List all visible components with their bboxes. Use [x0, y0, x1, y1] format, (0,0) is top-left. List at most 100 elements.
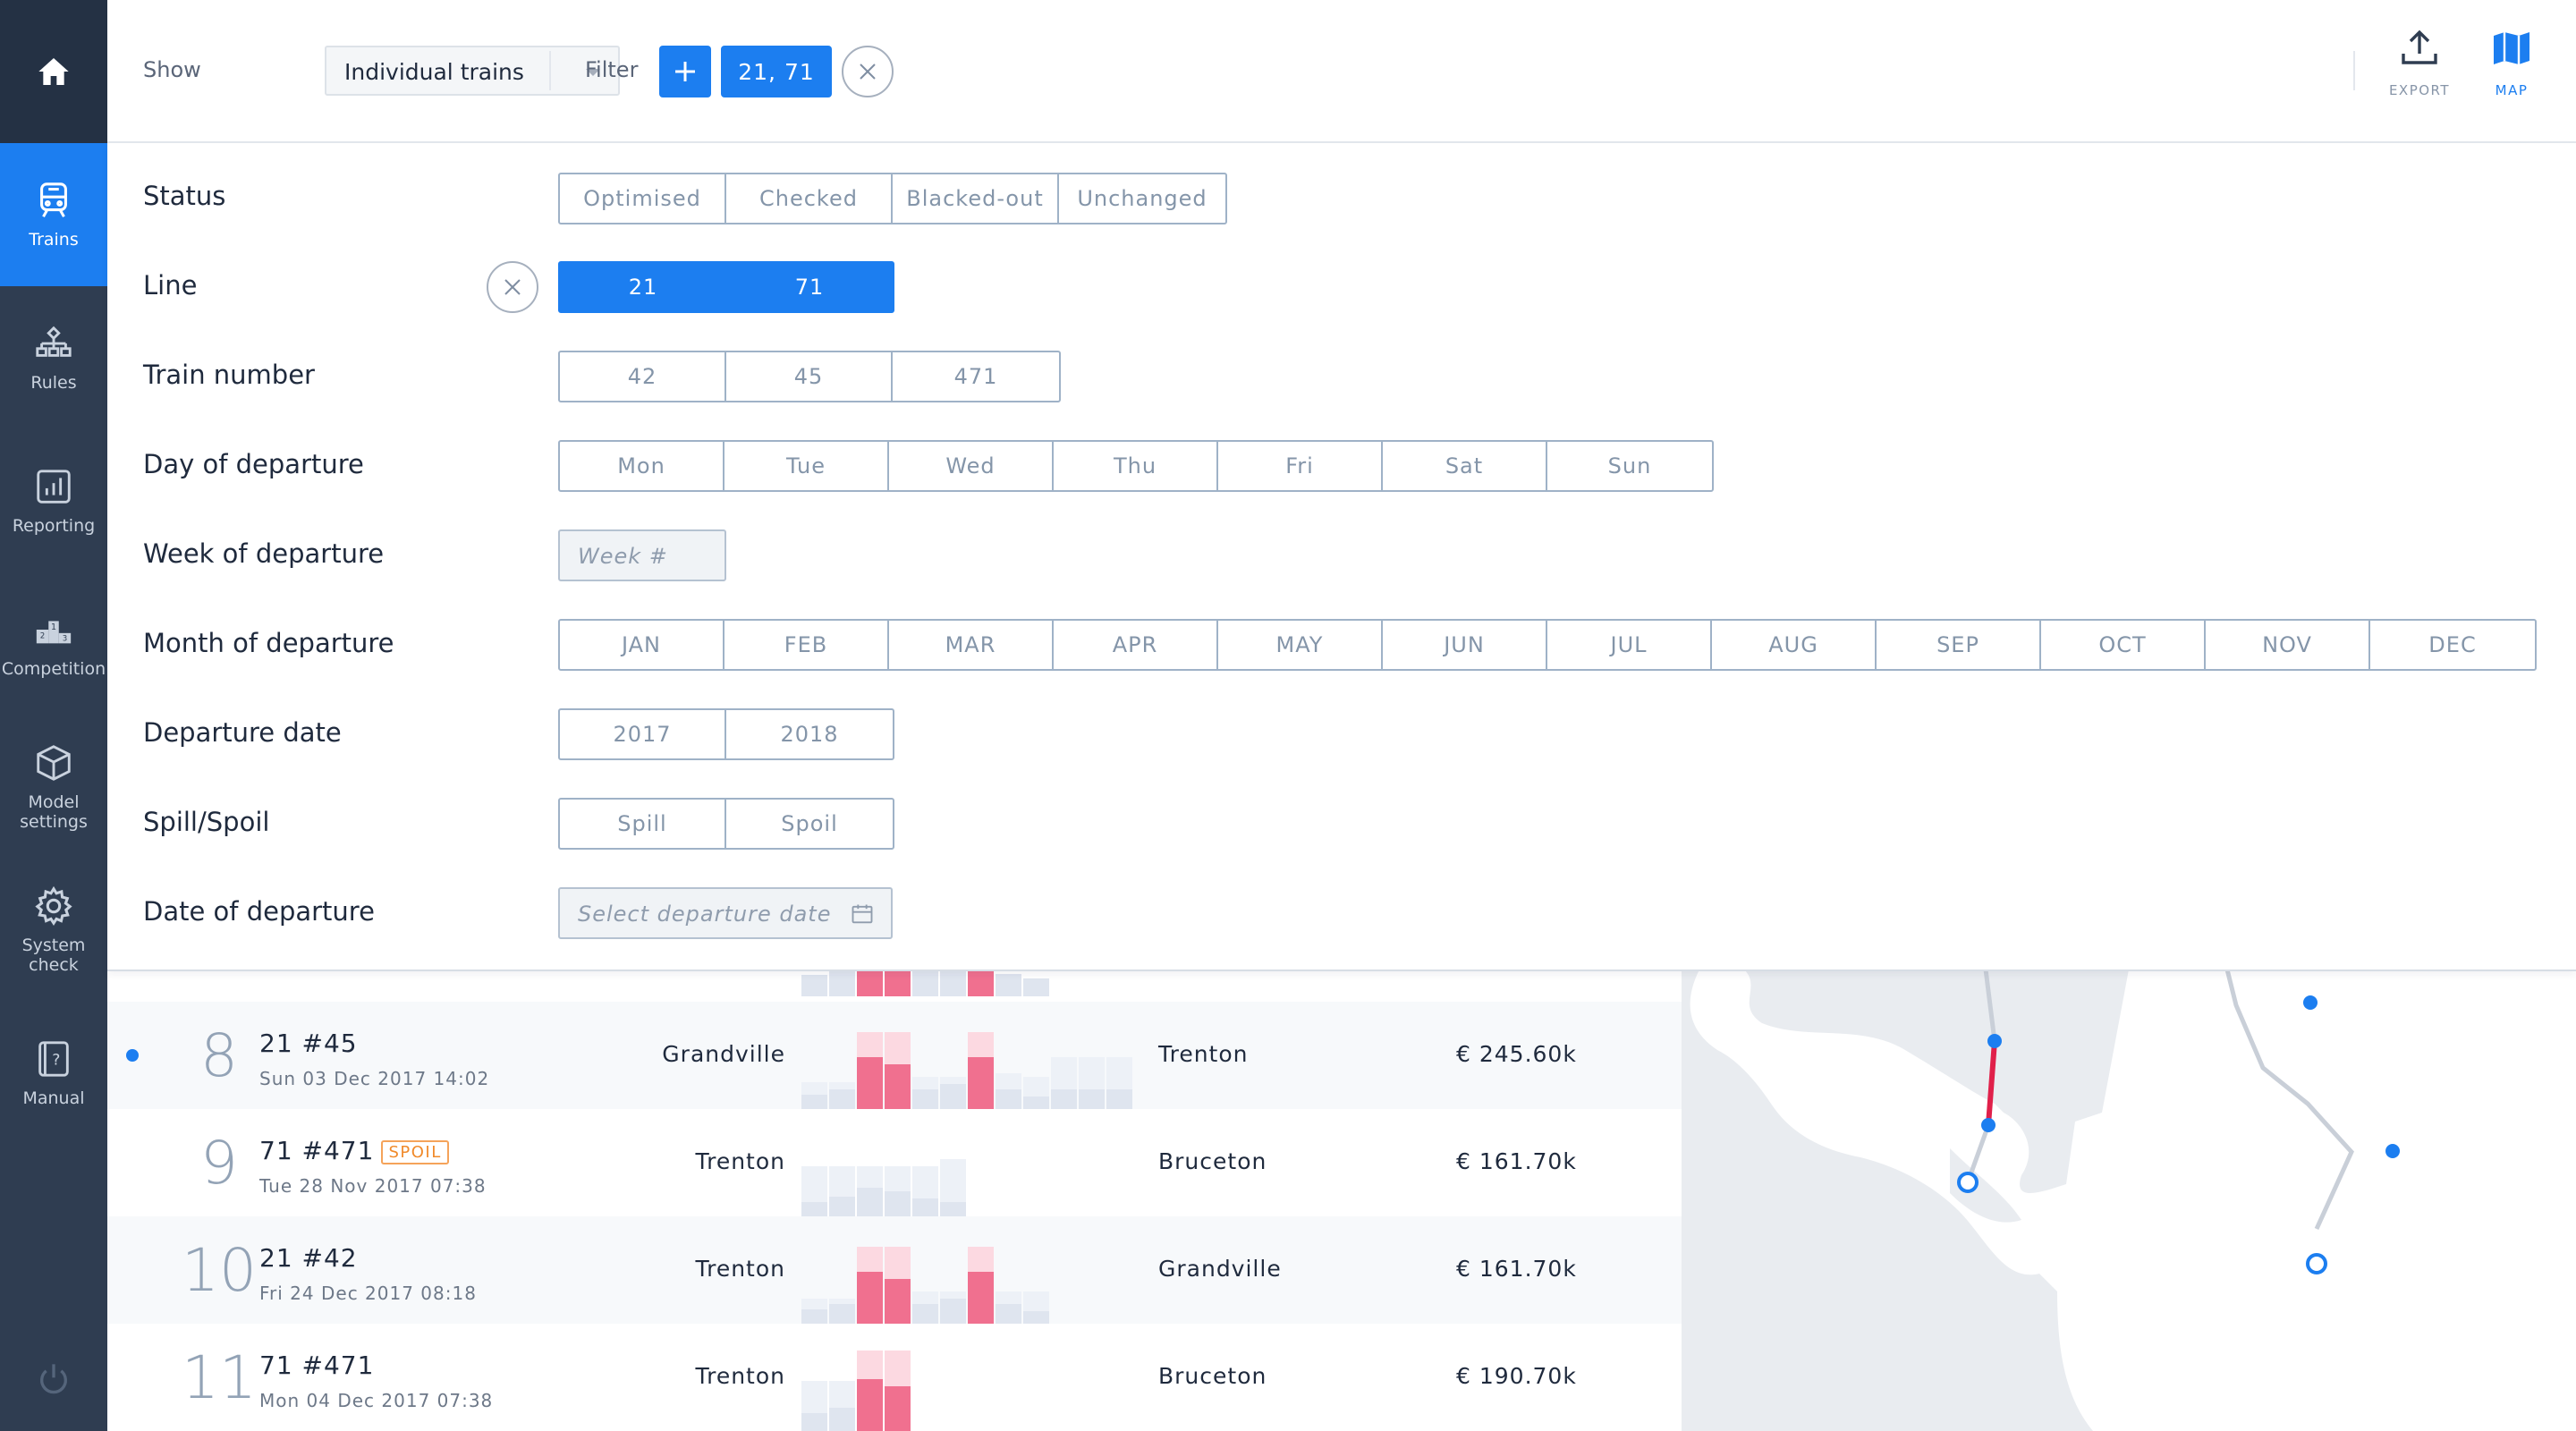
show-label: Show [143, 57, 201, 82]
divider [2353, 51, 2355, 90]
train-revenue: € 245.60k [1456, 1041, 1577, 1067]
line-option[interactable]: 71 [726, 263, 893, 311]
month-filter-label: Month of departure [143, 628, 394, 658]
day-option[interactable]: Tue [724, 442, 889, 490]
export-button[interactable]: EXPORT [2384, 27, 2455, 98]
terminal-marker[interactable] [1957, 1172, 1979, 1193]
month-option[interactable]: SEP [1877, 621, 2041, 669]
terminal-marker[interactable] [2306, 1253, 2327, 1274]
active-filter-chip[interactable]: 21, 71 [721, 46, 832, 97]
show-select[interactable]: Individual trains [325, 46, 620, 96]
station-marker[interactable] [2303, 995, 2318, 1010]
month-option[interactable]: JAN [560, 621, 724, 669]
load-bar [857, 1272, 883, 1324]
year-option[interactable]: 2018 [726, 710, 893, 758]
week-input-placeholder: Week # [578, 544, 668, 569]
sidebar-item-manual[interactable]: ? Manual [0, 1002, 107, 1145]
day-option[interactable]: Mon [560, 442, 724, 490]
load-bar [857, 1379, 883, 1431]
spill-filter-label: Spill/Spoil [143, 807, 270, 837]
month-option[interactable]: DEC [2370, 621, 2535, 669]
sidebar-item-system-check[interactable]: System check [0, 859, 107, 1002]
load-bar [1106, 1089, 1132, 1109]
train-date: Tue 28 Nov 2017 07:38 [259, 1175, 487, 1197]
week-input[interactable]: Week # [558, 529, 726, 581]
month-option[interactable]: MAR [889, 621, 1054, 669]
train-icon [40, 182, 67, 217]
add-filter-button[interactable] [659, 46, 711, 97]
power-icon[interactable] [36, 1361, 72, 1397]
train-number-option[interactable]: 42 [560, 352, 726, 401]
month-option[interactable]: NOV [2206, 621, 2370, 669]
year-option[interactable]: 2017 [560, 710, 726, 758]
upload-icon [2402, 30, 2437, 64]
sidebar-item-rules[interactable]: Rules [0, 286, 107, 429]
clear-line-button[interactable] [487, 261, 538, 313]
load-bar [912, 1089, 938, 1109]
map-button[interactable]: MAP [2476, 27, 2547, 98]
sidebar-item-model-settings[interactable]: Model settings [0, 716, 107, 859]
month-option[interactable]: AUG [1712, 621, 1877, 669]
train-origin: Trenton [695, 1148, 785, 1174]
month-option[interactable]: FEB [724, 621, 889, 669]
load-bar [1023, 1311, 1049, 1324]
month-option[interactable]: JUL [1547, 621, 1712, 669]
day-option[interactable]: Sat [1383, 442, 1547, 490]
status-option[interactable]: Checked [726, 174, 893, 223]
day-option[interactable]: Thu [1054, 442, 1218, 490]
table-row[interactable]: 8 21 #45 Sun 03 Dec 2017 14:02 Grandvill… [107, 1002, 1682, 1109]
month-filter-group: JAN FEB MAR APR MAY JUN JUL AUG SEP OCT … [558, 619, 2537, 671]
clear-filter-button[interactable] [842, 46, 894, 97]
month-option[interactable]: JUN [1383, 621, 1547, 669]
home-button[interactable] [0, 0, 107, 143]
calendar-icon [852, 904, 873, 924]
load-bar [829, 1304, 855, 1324]
departure-date-input[interactable]: Select departure date [558, 887, 893, 939]
station-marker[interactable] [1981, 1118, 1996, 1132]
status-option[interactable]: Blacked-out [893, 174, 1059, 223]
station-marker[interactable] [1987, 1034, 2002, 1048]
table-row[interactable]: 10 21 #42 Fri 24 Dec 2017 08:18 Trenton … [107, 1216, 1682, 1324]
day-option[interactable]: Sun [1547, 442, 1712, 490]
cube-icon [37, 745, 71, 781]
spill-option[interactable]: Spill [560, 800, 726, 848]
week-filter-label: Week of departure [143, 538, 385, 569]
load-bar [1051, 1089, 1077, 1109]
close-icon [504, 279, 521, 295]
svg-text:?: ? [52, 1052, 60, 1070]
export-label: EXPORT [2388, 82, 2451, 98]
table-row[interactable]: 9 71 #471 SPOIL Tue 28 Nov 2017 07:38 Tre… [107, 1109, 1682, 1216]
status-option[interactable]: Optimised [560, 174, 726, 223]
table-row[interactable]: 11 71 #471 Mon 04 Dec 2017 07:38 Trenton… [107, 1324, 1682, 1431]
month-option[interactable]: MAY [1218, 621, 1383, 669]
sidebar-item-trains[interactable]: Trains [0, 143, 107, 286]
year-filter-group: 2017 2018 [558, 708, 894, 760]
month-option[interactable]: APR [1054, 621, 1218, 669]
train-number-option[interactable]: 45 [726, 352, 893, 401]
train-destination: Bruceton [1158, 1363, 1267, 1389]
sidebar-item-label: Trains [29, 230, 79, 250]
sidebar-item-competition[interactable]: 12 3 Competition [0, 572, 107, 716]
train-date: Mon 04 Dec 2017 07:38 [259, 1390, 494, 1411]
status-option[interactable]: Unchanged [1059, 174, 1225, 223]
filter-panel: Status Optimised Checked Blacked-out Unc… [107, 143, 2576, 971]
train-number-option[interactable]: 471 [893, 352, 1059, 401]
load-bar [829, 970, 855, 996]
day-option[interactable]: Wed [889, 442, 1054, 490]
year-filter-label: Departure date [143, 717, 342, 748]
spill-option[interactable]: Spoil [726, 800, 893, 848]
station-marker[interactable] [2385, 1144, 2400, 1158]
load-bar [801, 975, 827, 996]
line-option[interactable]: 21 [560, 263, 726, 311]
train-destination: Trenton [1158, 1041, 1249, 1067]
sidebar-item-label: Manual [22, 1088, 85, 1108]
month-option[interactable]: OCT [2041, 621, 2206, 669]
day-filter-group: Mon Tue Wed Thu Fri Sat Sun [558, 440, 1714, 492]
route-map[interactable] [1682, 970, 2576, 1431]
train-origin: Trenton [695, 1256, 785, 1282]
load-bar [996, 974, 1021, 996]
load-bar [940, 1084, 966, 1109]
sidebar-item-reporting[interactable]: Reporting [0, 429, 107, 572]
filter-label: Filter [585, 57, 639, 82]
day-option[interactable]: Fri [1218, 442, 1383, 490]
